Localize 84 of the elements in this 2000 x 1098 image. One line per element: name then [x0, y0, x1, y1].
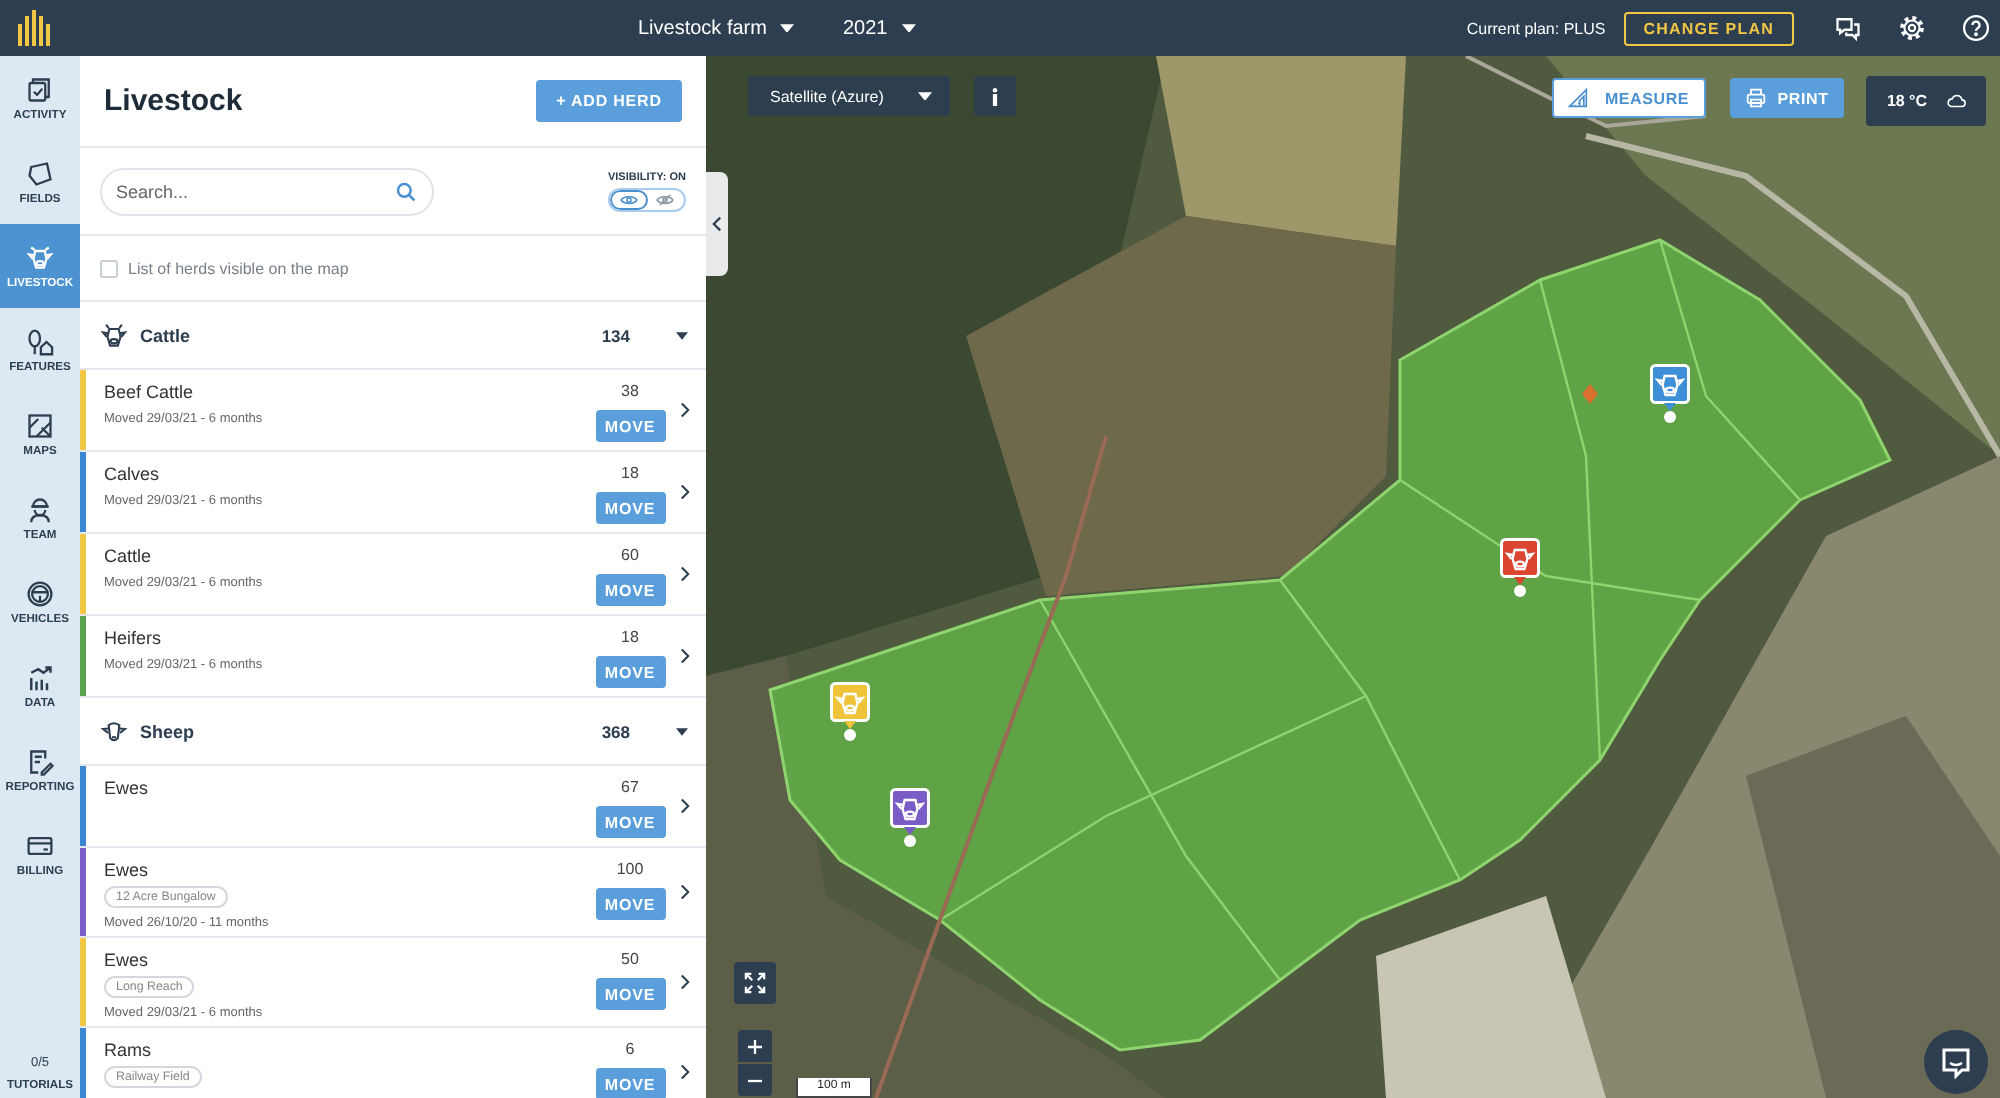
group-name: Cattle	[140, 325, 191, 345]
polygon-icon	[26, 159, 54, 187]
zoom-in-button[interactable]	[738, 1030, 772, 1062]
herd-count: 18	[621, 626, 639, 650]
chat-icon[interactable]	[1834, 14, 1862, 42]
settings-icon[interactable]	[1898, 14, 1926, 42]
group-count: 368	[601, 721, 630, 741]
fullscreen-button[interactable]	[734, 962, 776, 1004]
info-icon	[992, 87, 998, 105]
collapse-panel-button[interactable]	[706, 172, 728, 276]
herd-count: 38	[621, 380, 639, 404]
help-icon[interactable]	[1962, 14, 1990, 42]
zoom-out-button[interactable]	[738, 1064, 772, 1096]
chevron-right-icon	[680, 484, 690, 500]
expand-icon	[744, 972, 766, 994]
printer-icon	[1745, 88, 1766, 108]
change-plan-button[interactable]: CHANGE PLAN	[1623, 11, 1794, 45]
caret-down-icon[interactable]	[676, 727, 688, 735]
herd-count: 6	[625, 1038, 635, 1062]
chevron-left-icon	[712, 216, 722, 232]
visibility-toggle[interactable]	[608, 187, 686, 211]
herd-name: Heifers	[104, 626, 162, 650]
ruler-triangle-icon	[1568, 88, 1589, 108]
herd-name: Beef Cattle	[104, 380, 194, 404]
herd-pin-icon[interactable]	[1650, 364, 1690, 424]
search-field[interactable]: Search...	[100, 167, 434, 215]
panel-title: Livestock	[104, 84, 243, 118]
checkbox[interactable]	[100, 259, 118, 277]
sheep-head-icon	[100, 717, 128, 745]
group-header[interactable]: Cattle 134	[80, 302, 706, 370]
herd-count: 100	[616, 858, 644, 882]
chevron-right-icon	[680, 798, 690, 814]
herd-count: 18	[621, 462, 639, 486]
group-name: Sheep	[140, 721, 195, 741]
farm-selector[interactable]: Livestock farm	[638, 17, 795, 39]
herd-row[interactable]: Ewes 67 MOVE	[80, 766, 706, 848]
herd-count: 50	[621, 948, 639, 972]
eye-icon	[619, 193, 638, 205]
group-count: 134	[601, 325, 630, 345]
bar-chart-icon	[26, 663, 54, 691]
search-icon	[396, 181, 416, 201]
year-selector[interactable]: 2021	[842, 17, 916, 39]
herd-name: Ewes	[104, 858, 149, 882]
cloud-icon	[1945, 94, 1966, 108]
herd-name: Cattle	[104, 544, 152, 568]
checkbox-label: List of herds visible on the map	[128, 259, 349, 277]
chevron-right-icon	[680, 566, 690, 582]
current-plan: Current plan: PLUS	[1466, 19, 1606, 37]
chat-bubble-icon[interactable]	[1924, 1030, 1988, 1094]
map-icon	[26, 411, 54, 439]
map-layer-dropdown[interactable]: Satellite (Azure)	[748, 76, 950, 116]
caret-down-icon[interactable]	[676, 331, 688, 339]
credit-card-icon	[26, 831, 54, 859]
herd-name: Calves	[104, 462, 160, 486]
cow-head-icon	[26, 243, 54, 271]
logo-icon[interactable]	[18, 10, 50, 46]
clipboard-check-icon	[26, 75, 54, 103]
herd-pin-icon[interactable]	[830, 682, 870, 742]
group-header[interactable]: Sheep 368	[80, 698, 706, 766]
cow-head-icon	[100, 321, 128, 349]
caret-down-icon	[780, 23, 795, 33]
caret-down-icon	[918, 91, 932, 101]
person-icon	[26, 495, 54, 523]
chevron-right-icon	[680, 974, 690, 990]
plus-icon	[748, 1039, 762, 1053]
chevron-right-icon	[680, 1064, 690, 1080]
herd-pin-icon[interactable]	[890, 788, 930, 848]
herd-count: 60	[621, 544, 639, 568]
herd-name: Ewes	[104, 948, 149, 972]
document-pen-icon	[26, 747, 54, 775]
chevron-right-icon	[680, 648, 690, 664]
herd-name: Ewes	[104, 776, 149, 800]
eye-off-icon	[656, 193, 675, 205]
steering-wheel-icon	[26, 579, 54, 607]
feature-marker-icon[interactable]	[1582, 384, 1598, 404]
info-button[interactable]	[974, 76, 1016, 116]
chevron-right-icon	[680, 402, 690, 418]
temperature: 18 °C	[1886, 92, 1928, 110]
chevron-right-icon	[680, 884, 690, 900]
herd-pin-icon[interactable]	[1500, 538, 1540, 598]
herd-count: 67	[621, 776, 639, 800]
herd-name: Rams	[104, 1038, 152, 1062]
tree-house-icon	[26, 327, 54, 355]
caret-down-icon	[901, 23, 916, 33]
